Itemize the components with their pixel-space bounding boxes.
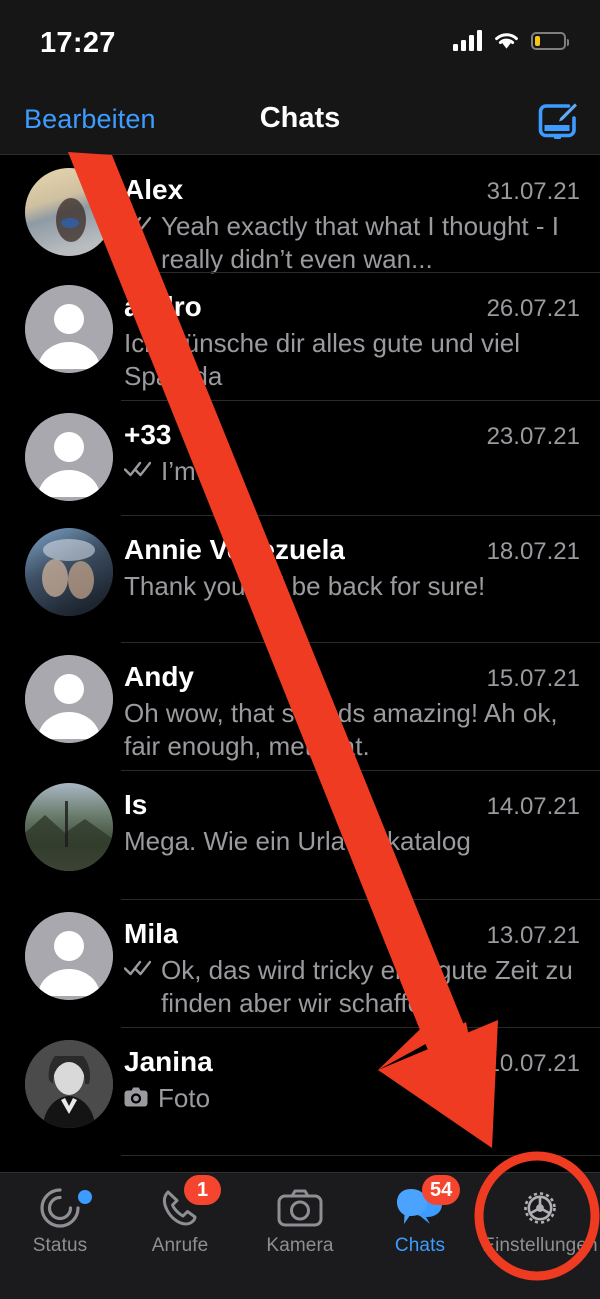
chat-item-body: Mila 13.07.21 Ok, das wird tricky eine g… [124, 900, 584, 1020]
battery-low-icon [531, 31, 569, 50]
chat-item-date: 18.07.21 [486, 538, 580, 565]
phone-icon [120, 1185, 240, 1231]
avatar-plus33[interactable] [25, 413, 113, 501]
chat-item-name: Andy [124, 661, 194, 692]
chat-item-name: Annie Venezuela [124, 534, 345, 565]
chat-item-date: 31.07.21 [486, 178, 580, 205]
status-unread-dot [78, 1190, 92, 1204]
chat-item-body: Is 14.07.21 Mega. Wie ein Urlaubskatalog [124, 771, 584, 858]
avatar-andy[interactable] [25, 655, 113, 743]
status-bar-time: 17:27 [40, 27, 116, 59]
tab-label-anrufe: Anrufe [151, 1235, 209, 1256]
chat-list-item-mila[interactable]: Mila 13.07.21 Ok, das wird tricky eine g… [0, 900, 600, 1028]
chat-item-date: 23.07.21 [486, 423, 580, 450]
avatar-janina[interactable] [25, 1040, 113, 1128]
chat-item-name: Janina [124, 1046, 213, 1077]
navigation-bar: Bearbeiten Chats [0, 86, 600, 155]
chat-item-body: Alex 31.07.21 Yeah exactly that what I t… [124, 156, 584, 276]
chat-bubbles-icon [360, 1185, 480, 1231]
tab-chats[interactable]: 54 Chats [360, 1173, 480, 1299]
chat-list-item-annie-venezuela[interactable]: Annie Venezuela 18.07.21 Thank you, I’ll… [0, 516, 600, 643]
tab-label-kamera: Kamera [266, 1235, 334, 1256]
tab-bar: Status 1 Anrufe Kamera 54 Chats Einstell… [0, 1172, 600, 1299]
chat-item-message: Ok, das wird tricky eine gute Zeit zu fi… [161, 955, 573, 1018]
chat-item-message: Oh wow, that sounds amazing! Ah ok, fair… [124, 698, 558, 761]
chat-item-date: 10.07.21 [486, 1050, 580, 1077]
page-title: Chats [259, 102, 341, 134]
wifi-icon [495, 32, 518, 49]
tab-kamera[interactable]: Kamera [240, 1173, 360, 1299]
chat-item-date: 13.07.21 [486, 922, 580, 949]
status-bar-indicators [453, 30, 569, 51]
chat-list[interactable]: Alex 31.07.21 Yeah exactly that what I t… [0, 156, 600, 1172]
chat-item-name: andro [124, 291, 202, 322]
chat-item-message: Ich wünsche dir alles gute und viel Spaß… [124, 328, 521, 391]
gear-icon [480, 1185, 600, 1231]
chat-item-body: +33 23.07.21 I’m ea [124, 401, 584, 488]
chat-list-item-andy[interactable]: Andy 15.07.21 Oh wow, that sounds amazin… [0, 643, 600, 771]
cellular-signal-icon [453, 30, 482, 51]
double-check-icon [124, 461, 151, 477]
status-ring-icon [0, 1185, 120, 1231]
avatar-annie-venezuela[interactable] [25, 528, 113, 616]
camera-icon [124, 1087, 148, 1107]
chat-item-name: Mila [124, 918, 179, 949]
chat-list-item-plus33[interactable]: +33 23.07.21 I’m ea [0, 401, 600, 516]
chat-item-date: 26.07.21 [486, 295, 580, 322]
chat-item-message: Yeah exactly that what I thought - I rea… [161, 211, 559, 274]
chat-item-body: Andy 15.07.21 Oh wow, that sounds amazin… [124, 643, 584, 763]
chat-item-name: +33 [124, 419, 172, 450]
status-bar: 17:27 [0, 0, 600, 86]
chat-list-item-is[interactable]: Is 14.07.21 Mega. Wie ein Urlaubskatalog [0, 771, 600, 900]
avatar-alex[interactable] [25, 168, 113, 256]
calls-badge: 1 [184, 1175, 221, 1205]
chat-list-item-alex[interactable]: Alex 31.07.21 Yeah exactly that what I t… [0, 156, 600, 276]
double-check-icon [124, 960, 151, 976]
avatar-mila[interactable] [25, 912, 113, 1000]
chat-item-message: Foto [158, 1083, 211, 1113]
chat-item-date: 14.07.21 [486, 793, 580, 820]
chat-item-body: andro 26.07.21 Ich wünsche dir alles gut… [124, 273, 584, 393]
chat-item-message: Thank you, I’ll be back for sure! [124, 571, 486, 601]
chat-item-message: Mega. Wie ein Urlaubskatalog [124, 826, 471, 856]
chat-item-date: 15.07.21 [486, 665, 580, 692]
tab-label-status: Status [32, 1235, 88, 1256]
chat-list-item-andro[interactable]: andro 26.07.21 Ich wünsche dir alles gut… [0, 273, 600, 401]
double-check-icon [124, 216, 151, 232]
chat-item-name: Alex [124, 174, 184, 205]
chats-badge: 54 [422, 1175, 461, 1205]
avatar-andro[interactable] [25, 285, 113, 373]
whatsapp-chats-screen: 17:27 Bearbeiten Chats Alex 31.07.21 Yea… [0, 0, 600, 1299]
tab-label-einstellungen: Einstellungen [482, 1235, 598, 1256]
tab-label-chats: Chats [394, 1235, 446, 1256]
chat-item-name: Is [124, 789, 148, 820]
chat-item-body: Annie Venezuela 18.07.21 Thank you, I’ll… [124, 516, 584, 603]
compose-new-chat-icon[interactable] [538, 102, 578, 140]
tab-status[interactable]: Status [0, 1173, 120, 1299]
chat-item-message: I’m ea [161, 456, 232, 486]
tab-anrufe[interactable]: 1 Anrufe [120, 1173, 240, 1299]
chat-item-body: Janina 10.07.21 Foto [124, 1028, 584, 1115]
list-separator [121, 1155, 600, 1156]
avatar-is[interactable] [25, 783, 113, 871]
tab-einstellungen[interactable]: Einstellungen [480, 1173, 600, 1299]
chat-list-item-janina[interactable]: Janina 10.07.21 Foto [0, 1028, 600, 1156]
camera-icon [240, 1185, 360, 1231]
